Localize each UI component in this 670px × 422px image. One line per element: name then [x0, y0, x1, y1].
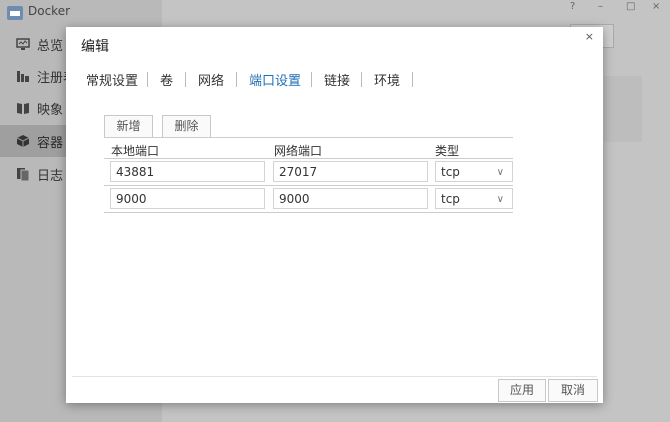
- background-panel: [604, 76, 642, 142]
- table-header-border: [104, 158, 513, 159]
- column-header-local-port: 本地端口: [111, 144, 160, 158]
- book-icon: [17, 103, 29, 114]
- chevron-down-icon: ∨: [496, 194, 504, 205]
- table-top-border: [104, 137, 513, 138]
- window-close-button[interactable]: ×: [652, 1, 660, 12]
- close-icon[interactable]: ×: [585, 30, 594, 43]
- type-select[interactable]: tcp ∨: [435, 161, 513, 182]
- tab-general[interactable]: 常规设置: [86, 70, 138, 89]
- tab-environment[interactable]: 环境: [374, 70, 400, 89]
- cancel-button[interactable]: 取消: [548, 379, 598, 402]
- help-button[interactable]: ?: [570, 1, 575, 12]
- minimize-button[interactable]: –: [598, 1, 603, 12]
- column-header-type: 类型: [435, 144, 460, 158]
- type-select-value: tcp: [441, 192, 460, 206]
- network-port-input[interactable]: 27017: [273, 161, 428, 182]
- tab-volume[interactable]: 卷: [160, 70, 173, 89]
- docker-logo-icon: [7, 6, 23, 20]
- apply-button[interactable]: 应用: [498, 379, 546, 402]
- app-titlebar: Docker: [0, 0, 162, 26]
- app-title: Docker: [28, 4, 71, 18]
- tab-links[interactable]: 链接: [324, 70, 350, 89]
- tab-divider: [147, 72, 148, 87]
- tab-divider: [236, 72, 237, 87]
- local-port-input[interactable]: 43881: [110, 161, 265, 182]
- log-icon: [17, 168, 30, 181]
- sidebar-item-label: 容器: [37, 136, 64, 151]
- dialog-title: 编辑: [81, 39, 109, 55]
- row-divider: [104, 185, 513, 186]
- footer-divider: [72, 376, 597, 377]
- column-header-network-port: 网络端口: [274, 144, 323, 158]
- chevron-down-icon: ∨: [496, 167, 504, 178]
- add-button[interactable]: 新增: [104, 115, 153, 138]
- sidebar-item-label: 总览: [37, 39, 64, 54]
- tab-port-settings[interactable]: 端口设置: [249, 70, 301, 89]
- sidebar-item-label: 日志: [37, 169, 64, 184]
- table-bottom-border: [104, 212, 513, 213]
- tab-divider: [185, 72, 186, 87]
- local-port-input[interactable]: 9000: [110, 188, 265, 209]
- type-select[interactable]: tcp ∨: [435, 188, 513, 209]
- delete-button[interactable]: 删除: [162, 115, 211, 138]
- tab-divider: [361, 72, 362, 87]
- tab-divider: [311, 72, 312, 87]
- edit-dialog: 编辑 × 常规设置 卷 网络 端口设置 链接 环境 新增 删除 本地端口 网络端…: [66, 27, 603, 403]
- network-port-input[interactable]: 9000: [273, 188, 428, 209]
- type-select-value: tcp: [441, 165, 460, 179]
- cube-icon: [16, 135, 30, 147]
- tab-divider: [412, 72, 413, 87]
- registry-icon: [17, 71, 29, 82]
- maximize-button[interactable]: □: [626, 1, 635, 12]
- monitor-icon: [16, 38, 30, 50]
- tab-network[interactable]: 网络: [198, 70, 224, 89]
- sidebar-item-label: 映象: [37, 103, 64, 118]
